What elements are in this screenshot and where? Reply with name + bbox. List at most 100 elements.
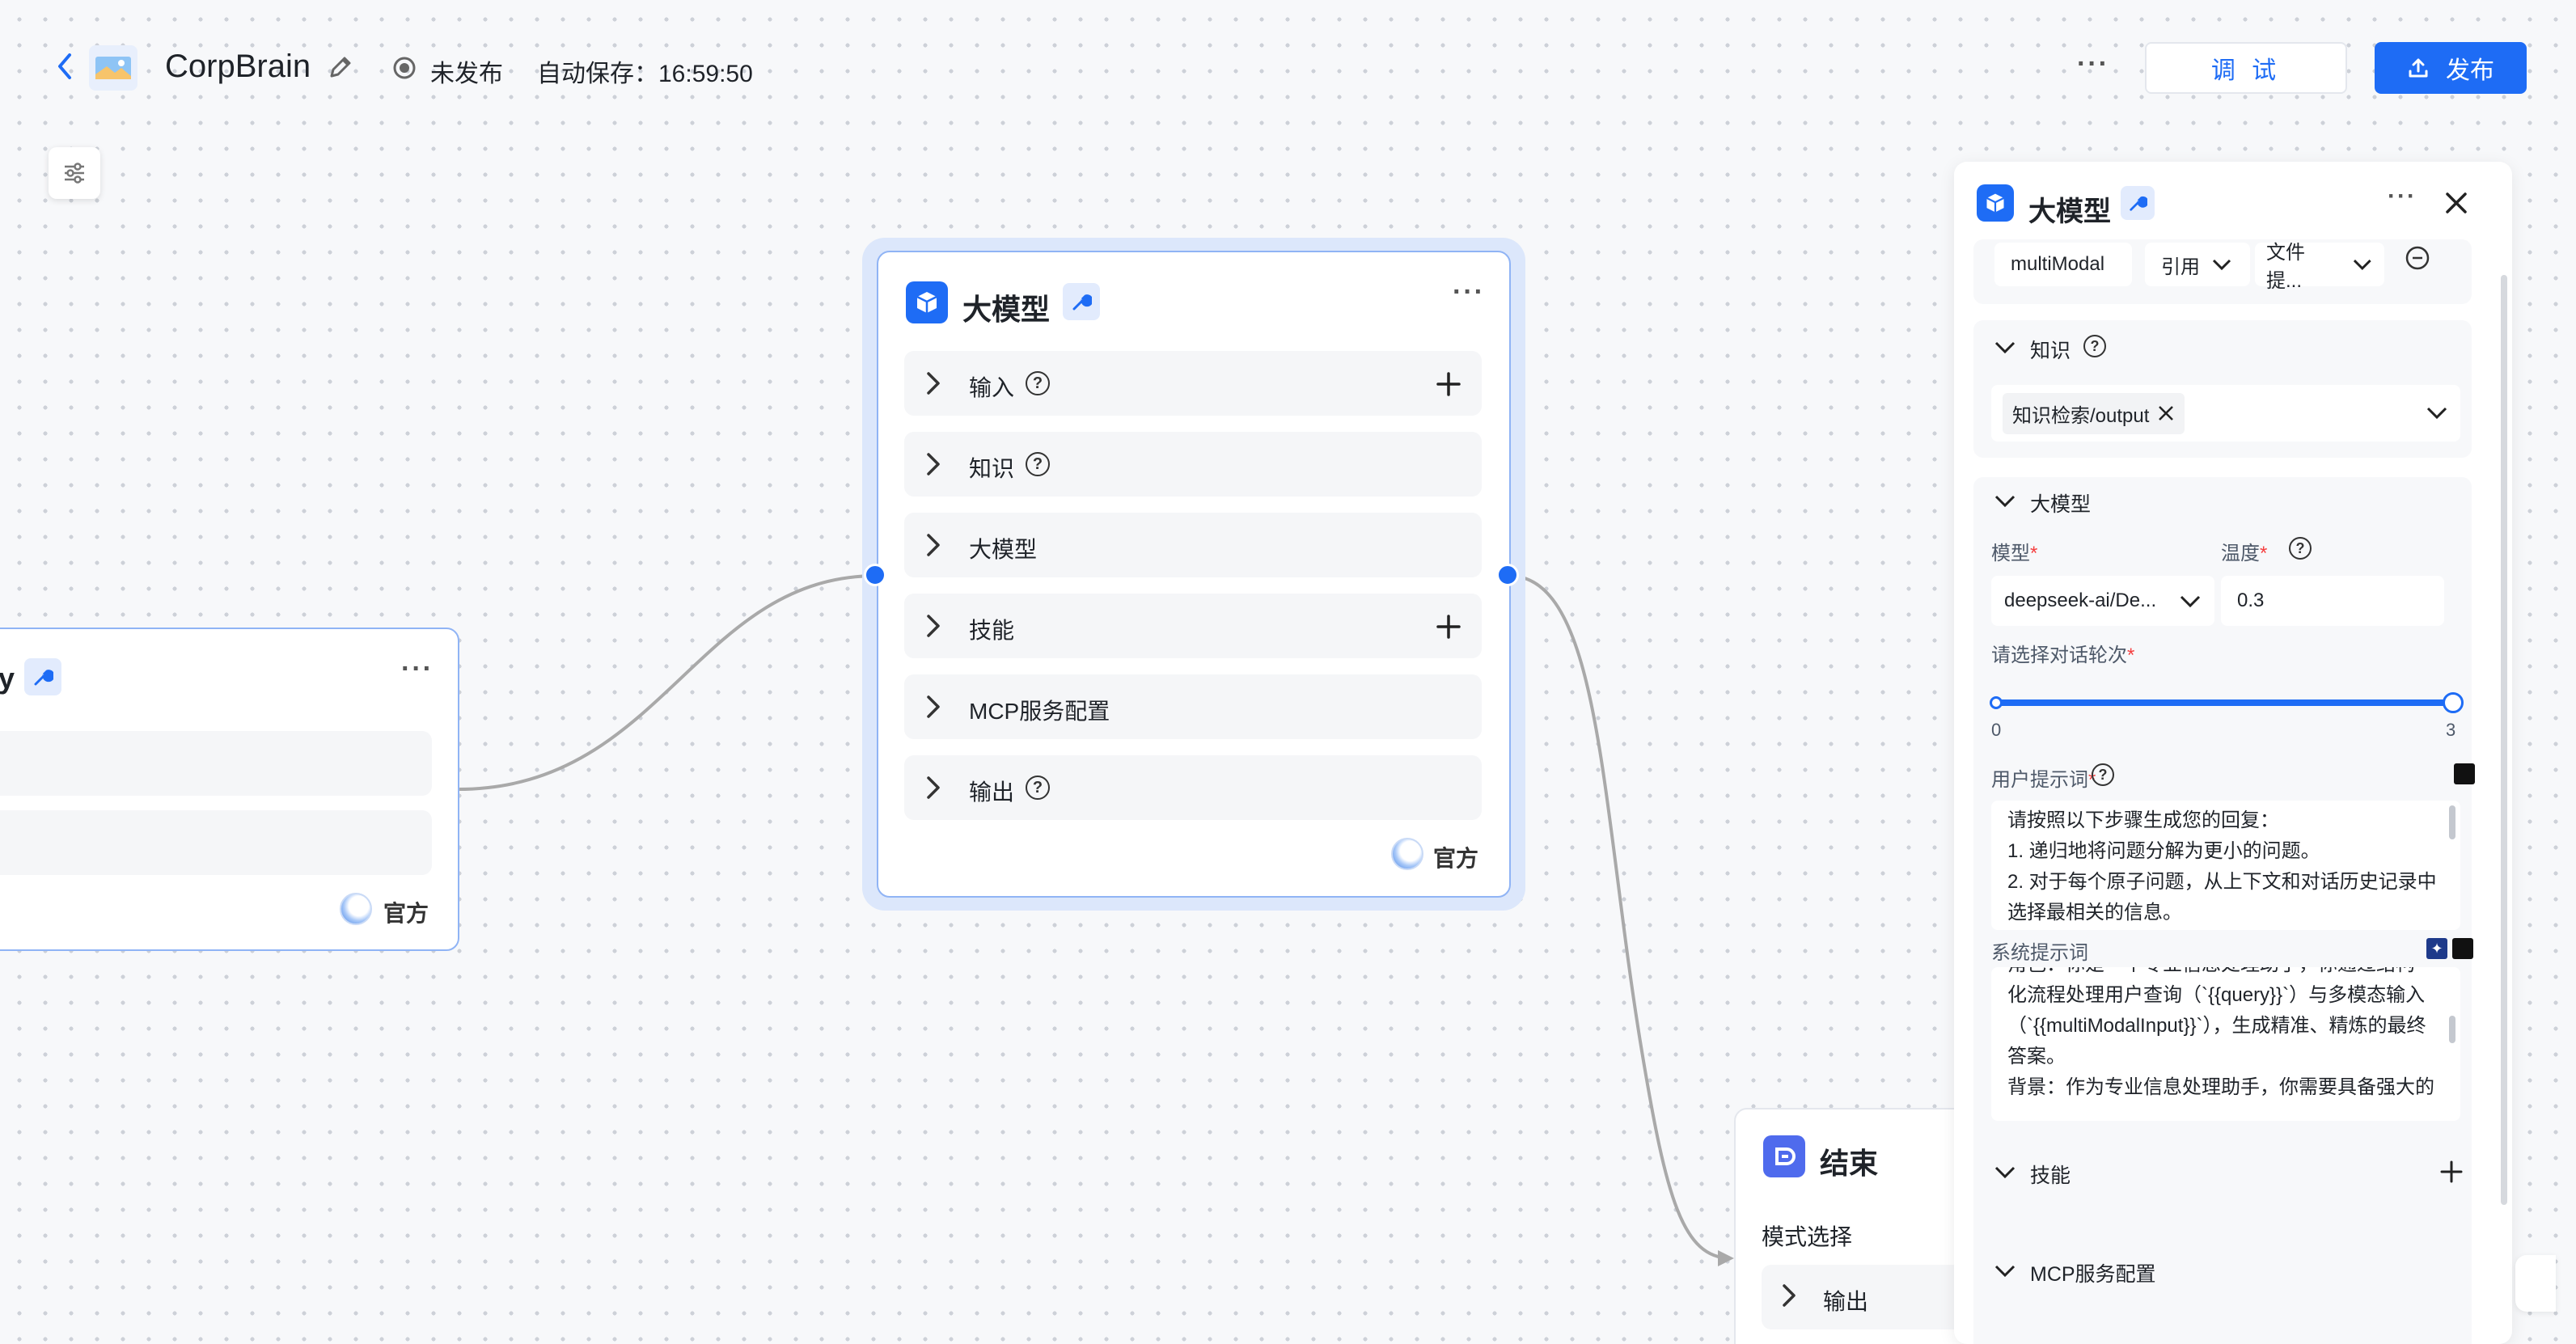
wrench-icon (24, 658, 61, 695)
llm-row-knowledge[interactable]: 知识 ? (904, 432, 1482, 497)
file-extract-select[interactable]: 文件提... (2255, 242, 2384, 292)
system-prompt-scrollbar[interactable] (2449, 1016, 2455, 1043)
llm-node-more-icon[interactable]: ··· (1453, 277, 1485, 308)
edge-llm-to-end (1508, 574, 1732, 1260)
system-prompt-top-line: 角色：你是一个专业信息处理助手，你通过结构 (2007, 967, 2444, 980)
panel-title: 大模型 (2028, 197, 2111, 227)
tag-close-icon[interactable] (2157, 404, 2175, 422)
official-badge: 官方 (1433, 846, 1479, 871)
chevron-right-icon (927, 453, 940, 475)
help-icon[interactable]: ? (1026, 371, 1050, 395)
model-select[interactable]: deepseek-ai/De... (1991, 576, 2214, 626)
chevron-down-icon (2426, 407, 2447, 420)
chevron-down-icon (2180, 595, 2201, 608)
turns-slider[interactable] (1990, 692, 2464, 713)
required-mark: * (2127, 645, 2135, 666)
add-icon[interactable] (1435, 613, 1462, 640)
help-icon[interactable]: ? (2092, 763, 2114, 786)
row-label: 输入 (969, 375, 1015, 400)
llm-row-mcp[interactable]: MCP服务配置 (904, 674, 1482, 739)
slider-track (1996, 699, 2454, 706)
wrench-icon (1063, 283, 1100, 320)
left-node-row[interactable] (0, 810, 432, 875)
chevron-right-icon (927, 534, 940, 556)
cube-icon (1977, 184, 2014, 222)
user-prompt-text: 请按照以下步骤生成您的回复： 1. 递归地将问题分解为更小的问题。 2. 对于每… (2007, 809, 2437, 923)
llm-row-model[interactable]: 大模型 (904, 513, 1482, 577)
mcp-label: MCP服务配置 (2030, 1263, 2156, 1286)
end-node-title: 结束 (1820, 1147, 1879, 1180)
left-node-title: у (0, 661, 15, 695)
row-label: 输出 (969, 780, 1015, 805)
row-label: 大模型 (969, 537, 1038, 562)
slider-max-handle[interactable] (2443, 692, 2464, 713)
row-label: MCP服务配置 (969, 699, 1110, 724)
turns-max: 3 (2446, 720, 2456, 740)
add-skill-icon[interactable] (2439, 1160, 2464, 1184)
help-icon[interactable]: ? (2083, 335, 2106, 357)
variable-name-field[interactable]: multiModal (1994, 243, 2132, 286)
chevron-right-icon (927, 695, 940, 718)
official-logo-icon (1391, 838, 1423, 870)
required-mark: * (2260, 543, 2268, 564)
end-mode-label: 模式选择 (1762, 1224, 1853, 1249)
system-prompt-editor[interactable]: 角色：你是一个专业信息处理助手，你通过结构 化流程处理用户查询（`{{query… (1991, 967, 2460, 1121)
panel-more-icon[interactable]: ··· (2388, 183, 2417, 210)
node-config-panel[interactable]: 大模型 ··· multiModal 引用 文件提... 知识 ? 知识检索/o… (1954, 162, 2512, 1344)
model-label: 模型* (1991, 543, 2038, 564)
chevron-down-icon (2212, 259, 2231, 271)
help-icon[interactable]: ? (1026, 452, 1050, 476)
left-node-more-icon[interactable]: ··· (401, 653, 434, 685)
slider-min-handle[interactable] (1990, 696, 2003, 709)
file-extract-label: 文件提... (2266, 242, 2305, 292)
llm-row-output[interactable]: 输出 ? (904, 755, 1482, 820)
turns-min: 0 (1991, 720, 2002, 740)
end-icon (1763, 1135, 1805, 1177)
add-icon[interactable] (1435, 370, 1462, 398)
ai-generate-icon[interactable]: ✦ (2426, 938, 2447, 959)
temperature-value: 0.3 (2237, 590, 2265, 611)
temperature-input[interactable]: 0.3 (2221, 576, 2444, 626)
help-icon[interactable]: ? (2289, 537, 2312, 560)
remove-icon[interactable] (2404, 244, 2431, 272)
help-icon[interactable]: ? (1026, 776, 1050, 800)
edge-left-to-llm (457, 574, 878, 791)
close-icon[interactable] (2443, 189, 2470, 217)
chevron-down-icon[interactable] (1993, 1263, 2017, 1279)
knowledge-tag: 知识检索/output (2003, 392, 2185, 434)
official-badge: 官方 (383, 901, 429, 926)
chevron-down-icon (2354, 260, 2372, 271)
chevron-right-icon (1783, 1284, 1796, 1307)
llm-input-port[interactable] (864, 564, 886, 586)
system-prompt-text: 化流程处理用户查询（`{{query}}`）与多模态输入 （`{{multiMo… (2007, 984, 2434, 1098)
row-label: 输出 (1823, 1289, 1869, 1314)
chevron-right-icon (927, 776, 940, 799)
cube-icon (906, 281, 948, 323)
user-prompt-editor[interactable]: 请按照以下步骤生成您的回复： 1. 递归地将问题分解为更小的问题。 2. 对于每… (1991, 801, 2460, 930)
left-node-card[interactable]: у ··· 官方 (0, 628, 459, 951)
left-node-row[interactable] (0, 731, 432, 796)
llm-output-port[interactable] (1496, 564, 1519, 586)
system-prompt-expand-icon[interactable] (2452, 938, 2473, 959)
chevron-down-icon[interactable] (1993, 493, 2017, 509)
row-label: 知识 (969, 456, 1015, 481)
model-value: deepseek-ai/De... (2004, 590, 2157, 611)
llm-row-skills[interactable]: 技能 (904, 594, 1482, 658)
user-prompt-expand-icon[interactable] (2454, 763, 2475, 784)
panel-scrollbar[interactable] (2501, 275, 2507, 1205)
llm-row-input[interactable]: 输入 ? (904, 351, 1482, 416)
chevron-down-icon[interactable] (1993, 340, 2017, 356)
reference-select[interactable]: 引用 (2145, 243, 2250, 286)
user-prompt-scrollbar[interactable] (2449, 805, 2455, 839)
knowledge-select[interactable]: 知识检索/output (1991, 385, 2460, 442)
edge-arrow-head (1718, 1250, 1734, 1266)
wrench-icon (2121, 186, 2155, 220)
chevron-down-icon[interactable] (1993, 1164, 2017, 1181)
reference-label: 引用 (2161, 256, 2200, 278)
knowledge-label: 知识 (2030, 340, 2071, 362)
minimap-toggle[interactable] (2515, 1255, 2556, 1312)
skills-label: 技能 (2030, 1164, 2071, 1187)
chevron-right-icon (927, 372, 940, 395)
knowledge-tag-label: 知识检索/output (2012, 404, 2150, 427)
chevron-right-icon (927, 615, 940, 637)
